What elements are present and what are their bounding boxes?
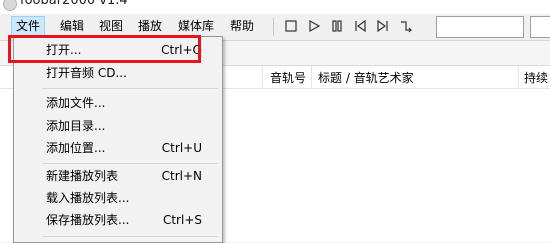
menu-item-label: 打开音频 CD... (46, 66, 127, 80)
previous-icon (355, 19, 366, 33)
column-divider[interactable] (518, 66, 519, 88)
pause-button[interactable] (329, 18, 345, 34)
menu-item-new-playlist[interactable]: 新建播放列表 Ctrl+N (14, 165, 222, 187)
menu-separator (42, 163, 218, 164)
menu-separator (42, 236, 218, 237)
play-icon (309, 19, 321, 33)
menu-view[interactable]: 视图 (95, 17, 127, 35)
pause-icon (332, 20, 342, 32)
menu-help[interactable]: 帮助 (226, 17, 258, 35)
menu-item-label: 保存播放列表... (46, 213, 130, 227)
column-title-artist[interactable]: 标题 / 音轨艺术家 (318, 69, 414, 86)
file-menu-dropdown: 打开... Ctrl+O 打开音频 CD... 添加文件... 添加目录... … (13, 36, 223, 243)
random-button[interactable] (398, 18, 414, 34)
random-icon (401, 21, 412, 33)
stop-button[interactable] (283, 18, 299, 34)
menu-file[interactable]: 文件 (11, 16, 46, 36)
menu-item-add-files[interactable]: 添加文件... (14, 92, 222, 114)
seek-bar[interactable] (436, 16, 524, 38)
column-divider[interactable] (262, 66, 263, 88)
toolbar-separator (273, 18, 274, 36)
highlight-box (8, 35, 201, 63)
menu-item-label: 添加文件... (46, 96, 106, 110)
menu-item-save-playlist[interactable]: 保存播放列表... Ctrl+S (14, 209, 222, 231)
menu-item-add-location[interactable]: 添加位置... Ctrl+U (14, 137, 222, 159)
volume-control[interactable] (530, 16, 550, 38)
app-icon (3, 0, 17, 11)
menu-item-shortcut: Ctrl+U (161, 141, 202, 155)
column-duration[interactable]: 持续 (524, 69, 548, 86)
menu-edit[interactable]: 编辑 (56, 17, 88, 35)
next-button[interactable] (375, 18, 391, 34)
menu-item-label: 添加目录... (46, 119, 106, 133)
menu-item-label: 添加位置... (46, 141, 106, 155)
stop-icon (285, 20, 297, 32)
menu-item-shortcut: Ctrl+N (161, 169, 202, 183)
next-icon (377, 19, 388, 33)
column-divider[interactable] (311, 66, 312, 88)
play-button[interactable] (306, 18, 322, 34)
menu-playback[interactable]: 播放 (134, 17, 166, 35)
menu-item-shortcut: Ctrl+S (162, 213, 202, 227)
window-title: foobar2000 v1.4 (20, 0, 128, 8)
menu-item-label: 新建播放列表 (46, 169, 119, 183)
menu-item-label: 载入播放列表... (46, 191, 130, 205)
title-bar: foobar2000 v1.4 (0, 0, 550, 14)
column-track-number[interactable]: 音轨号 (270, 69, 306, 86)
menu-item-add-folder[interactable]: 添加目录... (14, 115, 222, 137)
menu-item-open-audio-cd[interactable]: 打开音频 CD... (14, 62, 222, 84)
menu-separator (42, 88, 218, 89)
previous-button[interactable] (352, 18, 368, 34)
menu-library[interactable]: 媒体库 (174, 17, 218, 35)
menu-item-load-playlist[interactable]: 载入播放列表... (14, 187, 222, 209)
